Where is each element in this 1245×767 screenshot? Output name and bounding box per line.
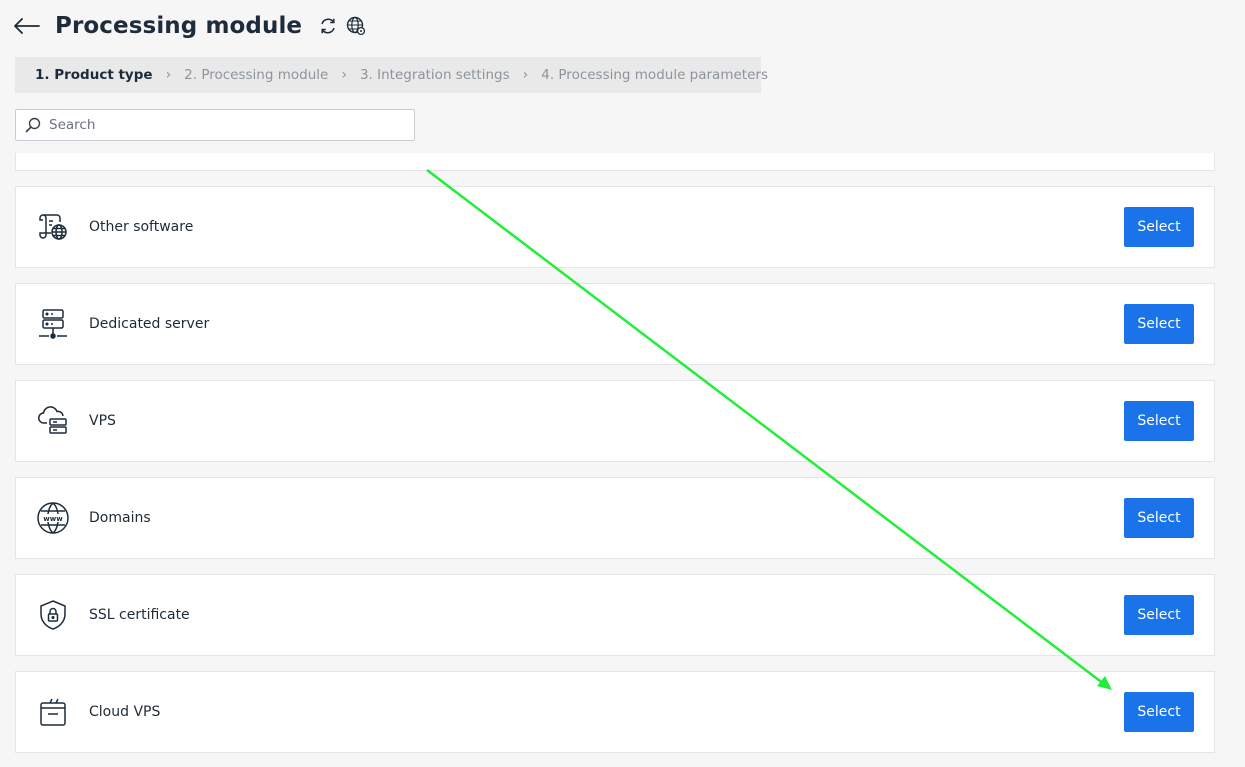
product-label: Domains bbox=[89, 510, 151, 526]
page-title: Processing module bbox=[55, 13, 303, 39]
cloud-server-icon bbox=[35, 403, 71, 439]
product-card-domains: www Domains Select bbox=[15, 477, 1215, 559]
product-type-list[interactable]: Other software Select Dedicated server S… bbox=[15, 153, 1215, 767]
product-card-partial bbox=[15, 153, 1215, 171]
shield-lock-icon bbox=[35, 597, 71, 633]
product-label: Dedicated server bbox=[89, 316, 210, 332]
chevron-right-icon: › bbox=[341, 67, 347, 83]
svg-text:www: www bbox=[43, 515, 63, 523]
step-breadcrumb: 1. Product type › 2. Processing module ›… bbox=[15, 57, 768, 93]
product-card-ssl-certificate: SSL certificate Select bbox=[15, 574, 1215, 656]
step-module-parameters[interactable]: 4. Processing module parameters bbox=[541, 67, 768, 83]
step-processing-module[interactable]: 2. Processing module bbox=[184, 67, 328, 83]
select-button[interactable]: Select bbox=[1124, 207, 1194, 247]
select-button[interactable]: Select bbox=[1124, 692, 1194, 732]
search-icon bbox=[25, 117, 41, 133]
step-product-type[interactable]: 1. Product type bbox=[35, 67, 153, 83]
product-label: Other software bbox=[89, 219, 194, 235]
step-integration-settings[interactable]: 3. Integration settings bbox=[360, 67, 510, 83]
back-arrow-icon[interactable] bbox=[14, 13, 40, 39]
product-label: VPS bbox=[89, 413, 116, 429]
page-header: Processing module bbox=[14, 8, 366, 44]
product-card-dedicated-server: Dedicated server Select bbox=[15, 283, 1215, 365]
globe-settings-icon[interactable] bbox=[346, 16, 366, 36]
select-button[interactable]: Select bbox=[1124, 401, 1194, 441]
chevron-right-icon: › bbox=[522, 67, 529, 83]
select-button[interactable]: Select bbox=[1124, 304, 1194, 344]
select-button[interactable]: Select bbox=[1124, 595, 1194, 635]
software-globe-icon bbox=[35, 209, 71, 245]
chevron-right-icon: › bbox=[165, 67, 172, 83]
product-card-cloud-vps: Cloud VPS Select bbox=[15, 671, 1215, 753]
server-icon bbox=[35, 306, 71, 342]
search-input[interactable] bbox=[47, 116, 391, 134]
product-label: Cloud VPS bbox=[89, 704, 161, 720]
product-card-vps: VPS Select bbox=[15, 380, 1215, 462]
select-button[interactable]: Select bbox=[1124, 498, 1194, 538]
cloud-box-icon bbox=[35, 694, 71, 730]
refresh-icon[interactable] bbox=[318, 16, 338, 36]
search-box[interactable] bbox=[15, 109, 415, 141]
product-label: SSL certificate bbox=[89, 607, 190, 623]
www-globe-icon: www bbox=[35, 500, 71, 536]
product-card-other-software: Other software Select bbox=[15, 186, 1215, 268]
